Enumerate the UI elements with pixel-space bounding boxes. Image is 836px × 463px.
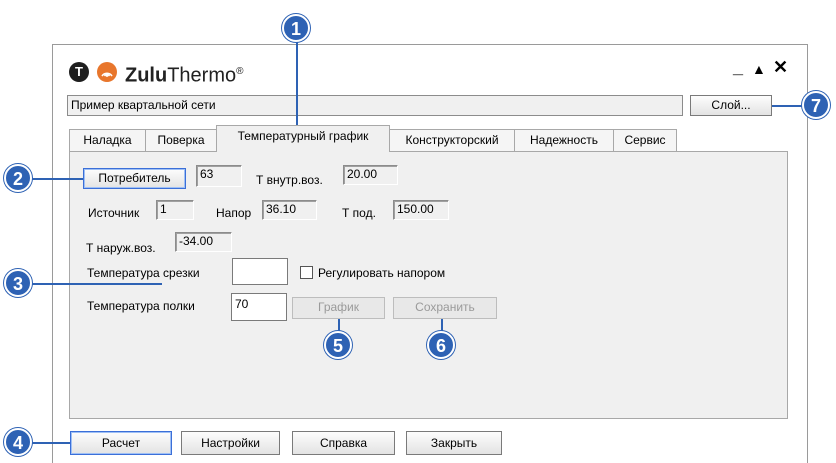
shelf-temp-input[interactable]: 70 [231, 293, 287, 321]
cut-temp-input[interactable] [232, 258, 288, 285]
callout-3-badge: 3 [4, 269, 32, 297]
tab-verification[interactable]: Поверка [145, 129, 217, 151]
minimize-button[interactable]: _ [733, 56, 743, 78]
regulate-head-checkbox[interactable] [300, 266, 313, 279]
source-value: 1 [156, 200, 194, 220]
network-name-field[interactable]: Пример квартальной сети [67, 95, 683, 116]
callout-2-leader [28, 178, 83, 180]
app-title: ZuluThermo® [125, 64, 244, 87]
callout-4-leader [28, 442, 70, 444]
t-outer-value: -34.00 [175, 232, 232, 252]
callout-1-badge: 1 [282, 14, 310, 42]
t-inner-label: Т внутр.воз. [256, 173, 323, 187]
source-label: Источник [88, 206, 140, 220]
help-button[interactable]: Справка [292, 431, 395, 455]
chart-button[interactable]: График [292, 297, 385, 319]
shelf-temp-label: Температура полки [87, 299, 195, 313]
t-supply-label: Т под. [342, 206, 376, 220]
tab-panel [69, 151, 788, 419]
callout-5-badge: 5 [324, 331, 352, 359]
close-window-button[interactable]: ✕ [773, 56, 788, 78]
logo-signal-icon [97, 62, 117, 82]
logo-t-icon: T [69, 62, 89, 82]
t-supply-value: 150.00 [393, 200, 449, 220]
cut-temp-label: Температура срезки [87, 266, 200, 280]
callout-6-badge: 6 [427, 331, 455, 359]
callout-2-badge: 2 [4, 164, 32, 192]
callout-3-leader [30, 283, 162, 285]
tab-reliability[interactable]: Надежность [514, 129, 614, 151]
callout-1-leader [296, 42, 298, 125]
head-value: 36.10 [262, 200, 317, 220]
tab-adjustment[interactable]: Наладка [69, 129, 146, 151]
callout-7-badge: 7 [802, 91, 830, 119]
calculate-button[interactable]: Расчет [70, 431, 172, 455]
maximize-button[interactable]: ▲ [752, 58, 766, 80]
layer-button[interactable]: Слой... [690, 95, 772, 116]
consumer-value: 63 [196, 165, 242, 187]
tab-service[interactable]: Сервис [613, 129, 677, 151]
callout-4-badge: 4 [4, 428, 32, 456]
regulate-head-label: Регулировать напором [318, 266, 446, 280]
t-outer-label: Т наруж.воз. [86, 241, 156, 255]
settings-button[interactable]: Настройки [181, 431, 280, 455]
save-button[interactable]: Сохранить [393, 297, 497, 319]
tab-temperature-graph[interactable]: Температурный график [216, 125, 390, 152]
close-button[interactable]: Закрыть [406, 431, 502, 455]
consumer-button[interactable]: Потребитель [83, 168, 186, 189]
head-label: Напор [216, 206, 252, 220]
tab-design[interactable]: Конструкторский [389, 129, 515, 151]
t-inner-value: 20.00 [343, 165, 398, 185]
